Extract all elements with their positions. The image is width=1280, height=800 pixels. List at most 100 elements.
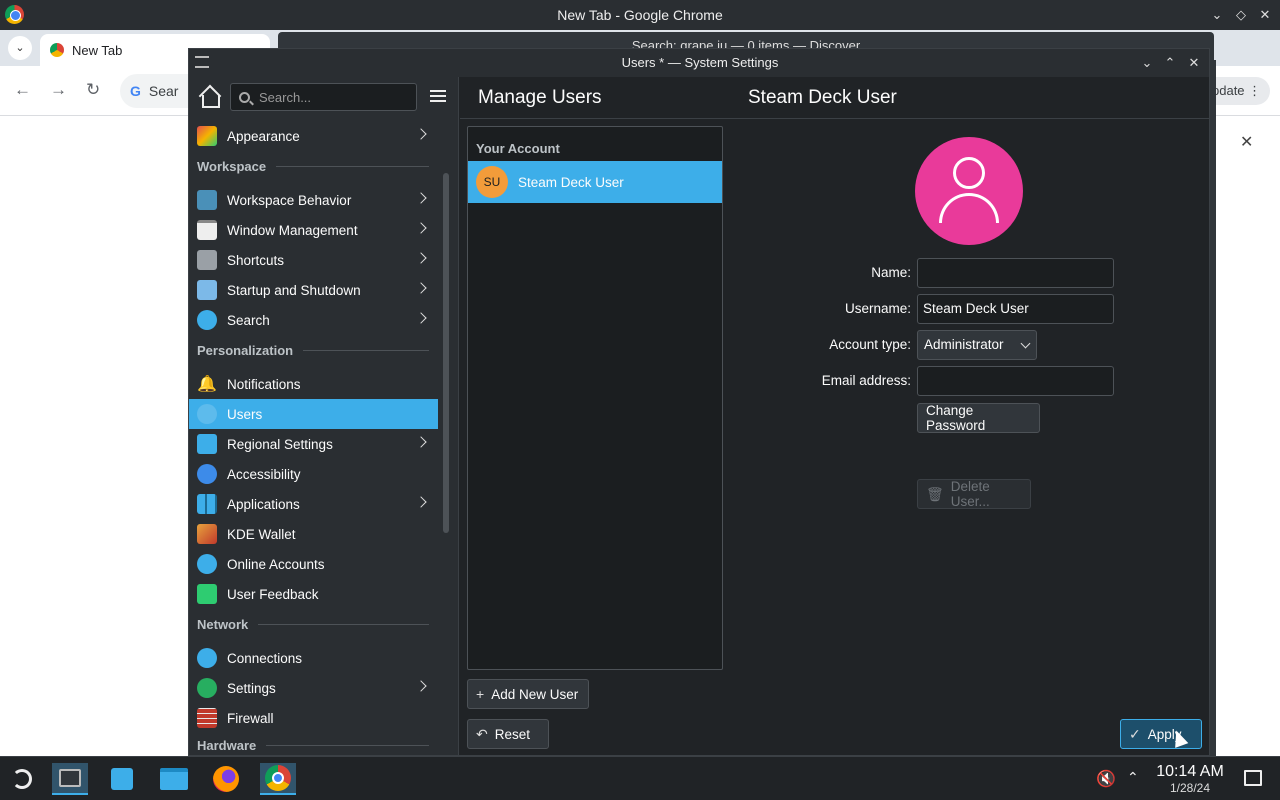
search-input[interactable]: Search... [230, 83, 417, 111]
reload-icon[interactable]: ↻ [86, 80, 100, 100]
page-header: Manage Users Steam Deck User [460, 77, 1209, 119]
detail-title: Steam Deck User [748, 87, 897, 108]
sidebar-item-accessibility[interactable]: Accessibility [189, 459, 438, 489]
sidebar-item-label: Search [227, 312, 270, 328]
maximize-icon[interactable]: ⌃ [1160, 53, 1180, 73]
google-g-icon: G [130, 83, 141, 99]
username-field[interactable]: Steam Deck User [917, 294, 1114, 324]
sidebar-item-label: Regional Settings [227, 436, 333, 452]
application-launcher-button[interactable] [4, 763, 40, 795]
chrome-window-title: New Tab - Google Chrome [557, 7, 723, 23]
user-list-item[interactable]: SU Steam Deck User [468, 161, 722, 203]
chevron-right-icon [415, 222, 427, 234]
sidebar-item-user-feedback[interactable]: User Feedback [189, 579, 438, 609]
chevron-right-icon [415, 436, 427, 448]
taskbar-file-manager[interactable] [156, 763, 192, 795]
sidebar-item-label: Appearance [227, 128, 300, 144]
back-arrow-icon[interactable]: ← [14, 80, 31, 100]
user-initials-avatar: SU [476, 166, 508, 198]
chrome-update-label: pdate [1212, 83, 1245, 98]
clock[interactable]: 10:14 AM 1/28/24 [1150, 763, 1230, 795]
chrome-favicon-icon [50, 43, 64, 57]
applications-icon [197, 494, 217, 514]
name-field[interactable] [917, 258, 1114, 288]
chrome-close-icon[interactable]: ✕ [1255, 5, 1275, 25]
show-desktop-icon[interactable] [1244, 770, 1262, 786]
tab-search-button[interactable]: ⌄ [8, 36, 32, 60]
hamburger-menu-icon[interactable] [430, 90, 446, 102]
sidebar-item-label: Settings [227, 680, 276, 696]
change-password-label: Change Password [926, 403, 986, 433]
user-avatar-large[interactable] [915, 137, 1023, 245]
sidebar-item-label: Startup and Shutdown [227, 282, 361, 298]
sidebar-item-search[interactable]: Search [189, 305, 438, 335]
search-icon [197, 310, 217, 330]
chrome-maximize-icon[interactable]: ◇ [1231, 5, 1251, 25]
sidebar-item-network-settings[interactable]: Settings [189, 673, 438, 703]
wallet-icon [197, 524, 217, 544]
chevron-right-icon [415, 680, 427, 692]
sidebar-item-users[interactable]: Users [189, 399, 438, 429]
sidebar-item-window-management[interactable]: Window Management [189, 215, 438, 245]
delete-user-button[interactable]: 🗑 Delete User... [917, 479, 1031, 509]
taskbar-system-settings[interactable] [52, 763, 88, 795]
category-network: Network [197, 609, 429, 639]
window-title-bar: Users * — System Settings ⌄ ⌃ ✕ [189, 49, 1209, 77]
taskbar-chrome[interactable] [260, 763, 296, 795]
chrome-tab-label: New Tab [72, 42, 123, 58]
close-icon[interactable]: ✕ [1184, 53, 1204, 73]
chevron-right-icon [415, 282, 427, 294]
sidebar-item-regional-settings[interactable]: Regional Settings [189, 429, 438, 459]
sidebar-item-appearance[interactable]: Appearance [189, 121, 438, 151]
chevron-right-icon [415, 496, 427, 508]
system-tray-expand-icon[interactable]: ⌃ [1127, 769, 1139, 786]
sidebar-item-label: Online Accounts [227, 556, 325, 572]
connections-icon [197, 648, 217, 668]
chevron-right-icon [415, 192, 427, 204]
plus-icon: + [476, 686, 485, 702]
sidebar-item-firewall[interactable]: Firewall [189, 703, 438, 733]
taskbar-firefox[interactable] [208, 763, 244, 795]
sidebar-item-online-accounts[interactable]: Online Accounts [189, 549, 438, 579]
firewall-icon [197, 708, 217, 728]
home-icon[interactable] [199, 87, 221, 109]
username-label: Username: [844, 301, 911, 316]
account-type-select[interactable]: Administrator [917, 330, 1037, 360]
reset-button[interactable]: ↶ Reset [467, 719, 549, 749]
sidebar-item-applications[interactable]: Applications [189, 489, 438, 519]
delete-user-label: Delete User... [950, 479, 990, 509]
sidebar-item-connections[interactable]: Connections [189, 643, 438, 673]
discover-icon [111, 768, 133, 790]
window-menu-icon[interactable] [195, 56, 209, 68]
volume-muted-icon[interactable]: 🔇 [1096, 769, 1116, 789]
sidebar-item-label: Accessibility [227, 466, 301, 482]
users-icon [197, 404, 217, 424]
add-new-user-button[interactable]: + Add New User [467, 679, 589, 709]
apply-button[interactable]: ✓ Apply [1120, 719, 1202, 749]
minimize-icon[interactable]: ⌄ [1137, 53, 1157, 73]
sidebar-item-workspace-behavior[interactable]: Workspace Behavior [189, 185, 438, 215]
sidebar-item-kde-wallet[interactable]: KDE Wallet [189, 519, 438, 549]
trash-icon: 🗑 [926, 485, 944, 502]
page-title: Manage Users [478, 87, 602, 108]
sidebar-item-notifications[interactable]: 🔔 Notifications [189, 369, 438, 399]
chevron-right-icon [415, 128, 427, 140]
folder-icon [160, 768, 188, 790]
sidebar-item-label: Shortcuts [227, 252, 285, 268]
chrome-panel-close-icon[interactable]: ✕ [1240, 132, 1253, 152]
sidebar-item-startup-shutdown[interactable]: Startup and Shutdown [189, 275, 438, 305]
clock-date: 1/28/24 [1169, 781, 1211, 795]
steamos-logo-icon [12, 769, 32, 789]
name-label: Name: [871, 265, 911, 280]
chrome-minimize-icon[interactable]: ⌄ [1207, 5, 1227, 25]
user-list-item-name: Steam Deck User [518, 174, 624, 190]
chrome-app-icon [5, 5, 24, 24]
taskbar-discover[interactable] [104, 763, 140, 795]
sidebar-scrollbar[interactable] [443, 173, 449, 533]
sidebar-item-label: Applications [227, 496, 300, 512]
email-field[interactable] [917, 366, 1114, 396]
sidebar-item-shortcuts[interactable]: Shortcuts [189, 245, 438, 275]
sidebar-item-label: User Feedback [227, 586, 319, 602]
change-password-button[interactable]: Change Password [917, 403, 1040, 433]
forward-arrow-icon[interactable]: → [50, 80, 67, 100]
